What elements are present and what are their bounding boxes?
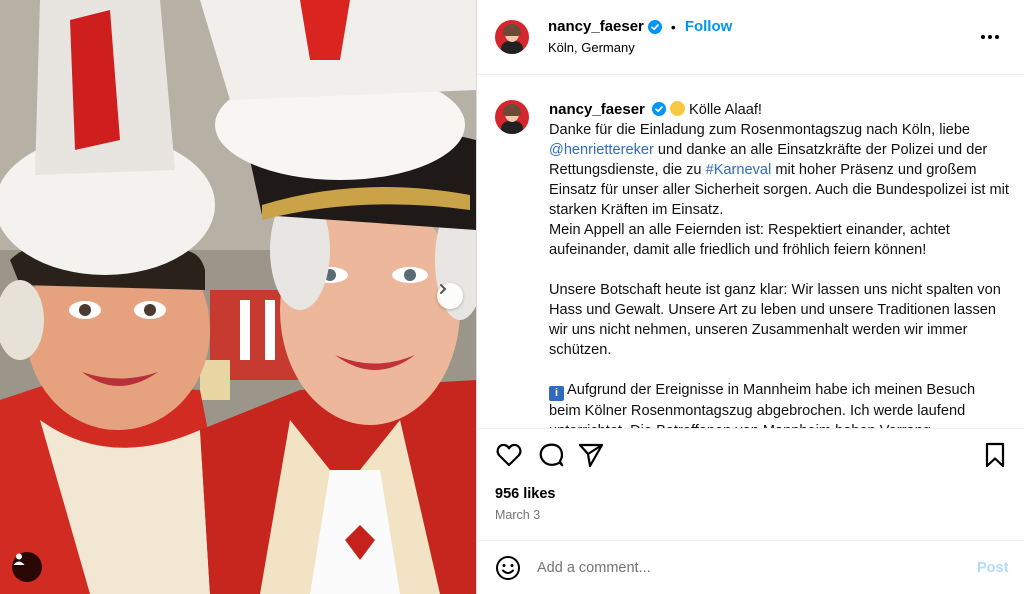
author-row: nancy_faeser • Follow	[548, 18, 732, 35]
post-header: nancy_faeser • Follow Köln, Germany	[477, 0, 1024, 75]
info-emoji-icon: i	[549, 386, 564, 401]
comment-icon[interactable]	[537, 441, 565, 469]
verified-badge-icon	[647, 19, 662, 34]
share-icon[interactable]	[577, 441, 605, 469]
clown-emoji-icon	[669, 101, 685, 116]
post-location[interactable]: Köln, Germany	[548, 40, 635, 55]
caption-paragraph-2: Mein Appell an alle Feiernden ist: Respe…	[549, 222, 950, 258]
more-options-icon	[981, 35, 999, 39]
tagged-users-button[interactable]	[12, 552, 42, 582]
post-comment-button[interactable]: Post	[977, 560, 1008, 576]
caption-greeting: Kölle Alaaf!	[688, 102, 762, 118]
caption-avatar[interactable]	[495, 100, 529, 134]
caption-username[interactable]: nancy_faeser	[549, 101, 645, 118]
chevron-right-icon	[440, 284, 447, 294]
avatar[interactable]	[495, 20, 529, 54]
post-photo[interactable]	[0, 0, 476, 594]
comment-input[interactable]	[537, 556, 957, 580]
caption-paragraph-3: Unsere Botschaft heute ist ganz klar: Wi…	[549, 282, 1001, 358]
verified-badge-icon	[651, 102, 666, 116]
next-photo-button[interactable]	[437, 283, 463, 309]
follow-button[interactable]: Follow	[685, 18, 733, 35]
caption-paragraph-4: Aufgrund der Ereignisse in Mannheim habe…	[549, 382, 976, 428]
separator-dot: •	[670, 18, 676, 35]
post-sidebar: nancy_faeser • Follow Köln, Germany nanc…	[476, 0, 1024, 594]
caption-scroll-area[interactable]: nancy_faeser Kölle Alaaf! Danke für die …	[477, 76, 1024, 428]
caption-line1: Danke für die Einladung zum Rosenmontags…	[549, 122, 971, 138]
carnival-selfie-image	[0, 0, 476, 594]
more-options-button[interactable]	[980, 24, 1000, 44]
likes-count[interactable]: 956 likes	[495, 486, 555, 502]
hashtag-link[interactable]: #Karneval	[706, 162, 772, 178]
post-date[interactable]: March 3	[495, 508, 540, 522]
post-actions: 956 likes March 3	[477, 428, 1024, 548]
post-caption: nancy_faeser Kölle Alaaf! Danke für die …	[549, 100, 1009, 428]
instagram-post: nancy_faeser • Follow Köln, Germany nanc…	[0, 0, 1024, 594]
mention-link[interactable]: @henriettereker	[549, 142, 654, 158]
emoji-icon[interactable]	[495, 555, 521, 581]
heart-icon[interactable]	[495, 441, 523, 469]
bookmark-icon[interactable]	[981, 441, 1009, 469]
author-username[interactable]: nancy_faeser	[548, 18, 644, 35]
user-tag-icon	[13, 553, 25, 565]
comment-bar: Post	[477, 540, 1024, 594]
